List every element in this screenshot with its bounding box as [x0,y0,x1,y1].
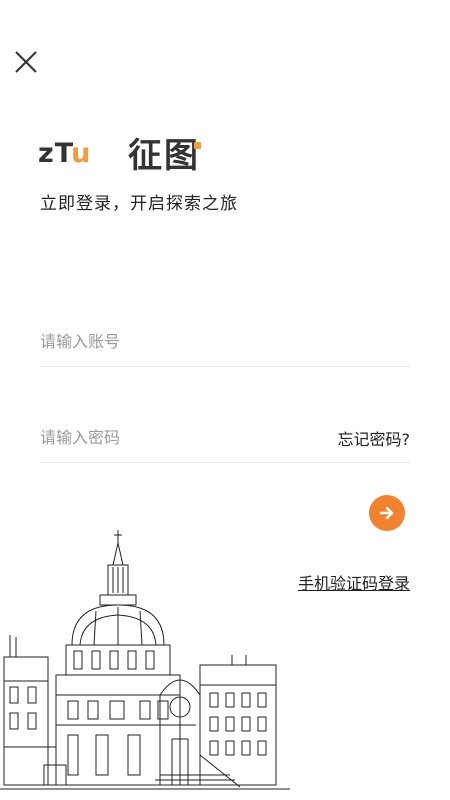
logo-accent-dot [194,142,201,149]
building-sketch-illustration [0,530,290,790]
arrow-right-icon [379,506,394,520]
logo-u: u [71,138,92,169]
brand-logo: zTu 征图 [38,128,238,176]
forgot-password-link[interactable]: 忘记密码? [338,426,411,450]
slogan: 立即登录，开启探索之旅 [40,194,238,214]
close-icon [15,51,37,73]
sms-login-link[interactable]: 手机验证码登录 [298,570,410,594]
close-button[interactable] [10,46,42,78]
logo-latin: zTu [38,138,91,169]
account-field-row [40,322,410,367]
account-input[interactable] [40,322,300,360]
logo-chinese: 征图 [128,136,200,176]
password-input[interactable] [40,418,300,456]
login-submit-button[interactable] [369,495,405,531]
password-field-row: 忘记密码? [40,418,410,463]
logo-t: T [54,138,72,169]
logo-z: z [38,138,55,169]
